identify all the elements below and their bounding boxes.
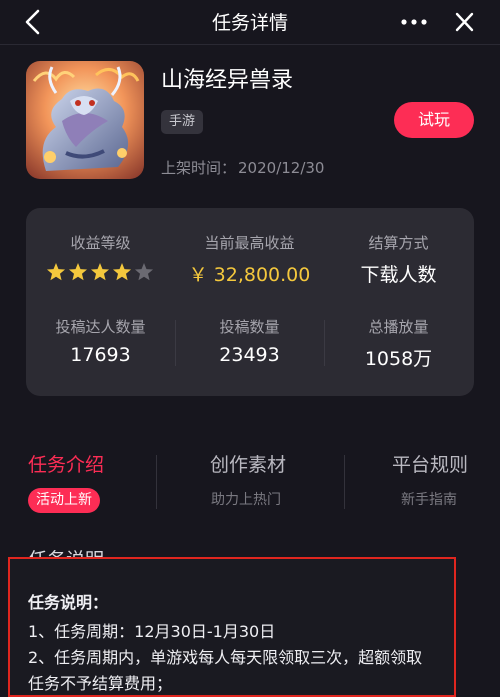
tab-platform-rules-title: 平台规则 xyxy=(392,454,469,476)
max-revenue-value: ￥ 32,800.00 xyxy=(188,264,311,286)
revenue-level-label: 收益等级 xyxy=(70,234,131,252)
tab-divider xyxy=(156,455,157,509)
release-label: 上架时间： xyxy=(161,159,237,177)
settlement-value: 下载人数 xyxy=(360,264,437,286)
plays-value: 1058万 xyxy=(364,348,433,370)
creators-label: 投稿达人数量 xyxy=(55,318,146,336)
dragon-game-icon[interactable] xyxy=(26,61,144,179)
release-info: 上架时间： 2020/12/30 xyxy=(161,157,324,178)
close-icon xyxy=(455,12,474,32)
tab-divider xyxy=(344,455,345,509)
plays-label: 总播放量 xyxy=(368,318,429,336)
submissions-value: 23493 xyxy=(219,344,280,366)
stat-divider xyxy=(324,320,325,366)
release-date: 2020/12/30 xyxy=(238,159,325,177)
task-description-box: 任务说明： 1、任务周期：12月30日-1月30日 2、任务周期内，单游戏每人每… xyxy=(8,557,456,697)
description-line: 任务不予结算费用； xyxy=(28,674,173,693)
star-filled-icon xyxy=(68,263,88,281)
rating-stars xyxy=(46,263,154,281)
creators-value: 17693 xyxy=(70,344,131,366)
star-filled-icon xyxy=(90,263,110,281)
description-line: 1、任务周期：12月30日-1月30日 xyxy=(28,622,276,641)
tab-creative-materials-subtitle: 助力上热门 xyxy=(211,492,281,508)
submissions-label: 投稿数量 xyxy=(219,318,280,336)
nav-divider xyxy=(0,44,500,45)
tab-task-intro-title: 任务介绍 xyxy=(28,454,105,476)
tab-creative-materials-title: 创作素材 xyxy=(210,454,287,476)
stat-divider xyxy=(175,320,176,366)
new-activity-badge: 活动上新 xyxy=(28,488,100,513)
description-line: 2、任务周期内，单游戏每人每天限领取三次，超额领取 xyxy=(28,648,423,667)
try-button[interactable]: 试玩 xyxy=(394,102,474,138)
description-heading: 任务说明： xyxy=(28,593,109,612)
star-filled-icon xyxy=(46,263,66,281)
stats-card: 收益等级 当前最高收益 ￥ 32,800.00 结算方式 下载人数 投稿达人数量… xyxy=(26,208,474,396)
more-button[interactable] xyxy=(394,6,434,38)
app-name: 山海经异兽录 xyxy=(161,68,294,93)
max-revenue-label: 当前最高收益 xyxy=(204,234,295,252)
star-empty-icon xyxy=(134,263,154,281)
star-filled-icon xyxy=(112,263,132,281)
more-dots-icon xyxy=(401,19,427,25)
close-button[interactable] xyxy=(446,6,482,38)
category-tag: 手游 xyxy=(161,110,204,134)
settlement-label: 结算方式 xyxy=(368,234,429,252)
tab-platform-rules-subtitle: 新手指南 xyxy=(401,492,457,508)
nav-bar: 任务详情 xyxy=(0,0,500,44)
